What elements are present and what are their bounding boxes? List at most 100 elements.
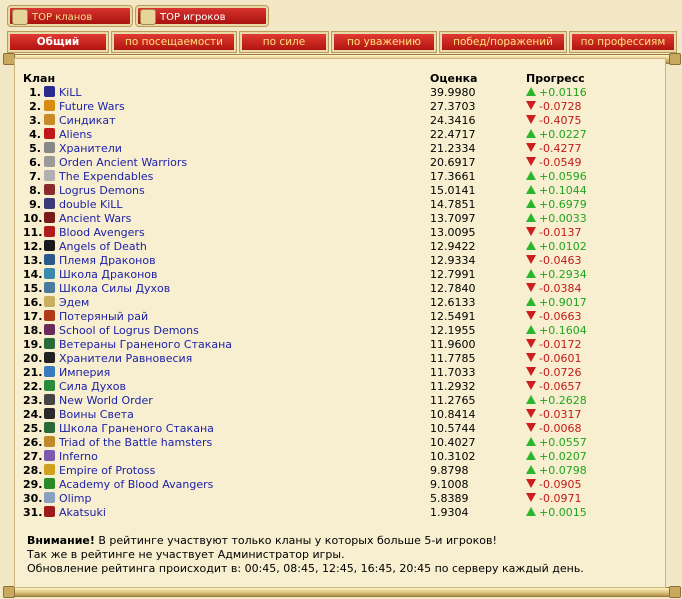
clan-name-link[interactable]: Future Wars — [59, 100, 125, 113]
progress-value: +0.0102 — [539, 239, 587, 253]
score-cell: 12.9334 — [430, 253, 476, 267]
progress-cell: -0.0905 — [526, 477, 656, 491]
tab-professions[interactable]: по профессиям — [569, 31, 677, 53]
tab-top-players[interactable]: TOP игроков — [135, 5, 269, 27]
clan-emblem-icon[interactable] — [44, 365, 55, 377]
tab-attendance[interactable]: по посещаемости — [111, 31, 237, 53]
clan-emblem-icon[interactable] — [44, 85, 55, 97]
clan-emblem-icon[interactable] — [44, 449, 55, 461]
progress-cell: -0.0068 — [526, 421, 656, 435]
clan-emblem-icon[interactable] — [44, 323, 55, 335]
clan-emblem-icon[interactable] — [44, 435, 55, 447]
clan-name-link[interactable]: Эдем — [59, 296, 89, 309]
arrow-down-icon — [526, 366, 536, 376]
clan-emblem-icon[interactable] — [44, 113, 55, 125]
clan-name-link[interactable]: Школа Силы Духов — [59, 282, 170, 295]
clan-name-link[interactable]: Школа Драконов — [59, 268, 158, 281]
clan-cell: 18. School of Logrus Demons — [23, 323, 430, 337]
arrow-down-icon — [526, 142, 536, 152]
clan-emblem-icon[interactable] — [44, 197, 55, 209]
clan-name-link[interactable]: New World Order — [59, 394, 153, 407]
clan-name-link[interactable]: Orden Ancient Warriors — [59, 156, 187, 169]
score-cell: 12.9422 — [430, 239, 476, 253]
clan-name-link[interactable]: Angels of Death — [59, 240, 147, 253]
clan-emblem-icon[interactable] — [44, 295, 55, 307]
clan-emblem-icon[interactable] — [44, 393, 55, 405]
clan-emblem-icon[interactable] — [44, 309, 55, 321]
score-cell: 12.6133 — [430, 295, 476, 309]
clan-emblem-icon[interactable] — [44, 505, 55, 517]
clan-emblem-icon[interactable] — [44, 225, 55, 237]
progress-value: +0.0033 — [539, 211, 587, 225]
arrow-down-icon — [526, 226, 536, 236]
progress-value: -0.0601 — [539, 351, 582, 365]
clan-emblem-icon[interactable] — [44, 491, 55, 503]
score-cell: 10.4027 — [430, 435, 476, 449]
clan-emblem-icon[interactable] — [44, 351, 55, 363]
clan-emblem-icon[interactable] — [44, 211, 55, 223]
clan-emblem-icon[interactable] — [44, 141, 55, 153]
tab-wins-losses[interactable]: побед/поражений — [439, 31, 567, 53]
progress-value: -0.0137 — [539, 225, 582, 239]
clan-name-link[interactable]: School of Logrus Demons — [59, 324, 199, 337]
clan-cell: 30. Olimp — [23, 491, 430, 505]
clan-name-link[interactable]: Triad of the Battle hamsters — [59, 436, 212, 449]
tab-strength[interactable]: по силе — [239, 31, 329, 53]
clan-emblem-icon[interactable] — [44, 379, 55, 391]
clan-name-link[interactable]: Academy of Blood Avangers — [59, 478, 213, 491]
clan-emblem-icon[interactable] — [44, 421, 55, 433]
clan-name-link[interactable]: Хранители — [59, 142, 122, 155]
table-row: 30. Olimp 5.8389 -0.0971 — [23, 491, 656, 505]
clan-name-link[interactable]: Blood Avengers — [59, 226, 145, 239]
clan-emblem-icon[interactable] — [44, 127, 55, 139]
clan-emblem-icon[interactable] — [44, 239, 55, 251]
progress-cell: +0.0207 — [526, 449, 656, 463]
clan-emblem-icon[interactable] — [44, 267, 55, 279]
clan-name-link[interactable]: Ветераны Граненого Стакана — [59, 338, 232, 351]
clan-name-link[interactable]: Aliens — [59, 128, 92, 141]
table-row: 23. New World Order 11.2765 +0.2628 — [23, 393, 656, 407]
clan-emblem-icon[interactable] — [44, 99, 55, 111]
tab-top-clans[interactable]: TOP кланов — [7, 5, 133, 27]
clan-emblem-icon[interactable] — [44, 169, 55, 181]
clan-name-link[interactable]: Хранители Равновесия — [59, 352, 192, 365]
clan-name-link[interactable]: Потеряный рай — [59, 310, 148, 323]
progress-cell: +0.9017 — [526, 295, 656, 309]
progress-cell: +0.2934 — [526, 267, 656, 281]
clan-name-link[interactable]: Воины Света — [59, 408, 134, 421]
clan-name-link[interactable]: double KiLL — [59, 198, 123, 211]
rank-number: 19. — [23, 337, 43, 351]
clan-emblem-icon[interactable] — [44, 477, 55, 489]
clan-name-link[interactable]: Empire of Protoss — [59, 464, 155, 477]
score-cell: 11.9600 — [430, 337, 476, 351]
clan-emblem-icon[interactable] — [44, 253, 55, 265]
clan-name-link[interactable]: KiLL — [59, 86, 82, 99]
rank-number: 22. — [23, 379, 43, 393]
clan-name-link[interactable]: The Expendables — [59, 170, 153, 183]
tab-general[interactable]: Общий — [7, 31, 109, 53]
clan-emblem-icon[interactable] — [44, 183, 55, 195]
clan-name-link[interactable]: Сила Духов — [59, 380, 126, 393]
clan-name-link[interactable]: Olimp — [59, 492, 91, 505]
score-cell: 12.7840 — [430, 281, 476, 295]
rank-number: 31. — [23, 505, 43, 519]
clan-emblem-icon[interactable] — [44, 407, 55, 419]
clan-name-link[interactable]: Ancient Wars — [59, 212, 131, 225]
clan-name-link[interactable]: Inferno — [59, 450, 98, 463]
clan-name-link[interactable]: Империя — [59, 366, 110, 379]
clan-name-link[interactable]: Школа Граненого Стакана — [59, 422, 214, 435]
clan-emblem-icon[interactable] — [44, 463, 55, 475]
clan-emblem-icon[interactable] — [44, 337, 55, 349]
tab-respect[interactable]: по уважению — [331, 31, 437, 53]
clan-emblem-icon[interactable] — [44, 281, 55, 293]
table-row: 20. Хранители Равновесия 11.7785 -0.0601 — [23, 351, 656, 365]
clan-emblem-icon[interactable] — [44, 155, 55, 167]
progress-value: +0.0557 — [539, 435, 587, 449]
clan-name-link[interactable]: Племя Драконов — [59, 254, 156, 267]
table-row: 16. Эдем 12.6133 +0.9017 — [23, 295, 656, 309]
warning-label: Внимание! — [27, 534, 95, 547]
clan-name-link[interactable]: Akatsuki — [59, 506, 106, 519]
clan-name-link[interactable]: Logrus Demons — [59, 184, 145, 197]
clan-name-link[interactable]: Синдикат — [59, 114, 116, 127]
clan-cell: 20. Хранители Равновесия — [23, 351, 430, 365]
